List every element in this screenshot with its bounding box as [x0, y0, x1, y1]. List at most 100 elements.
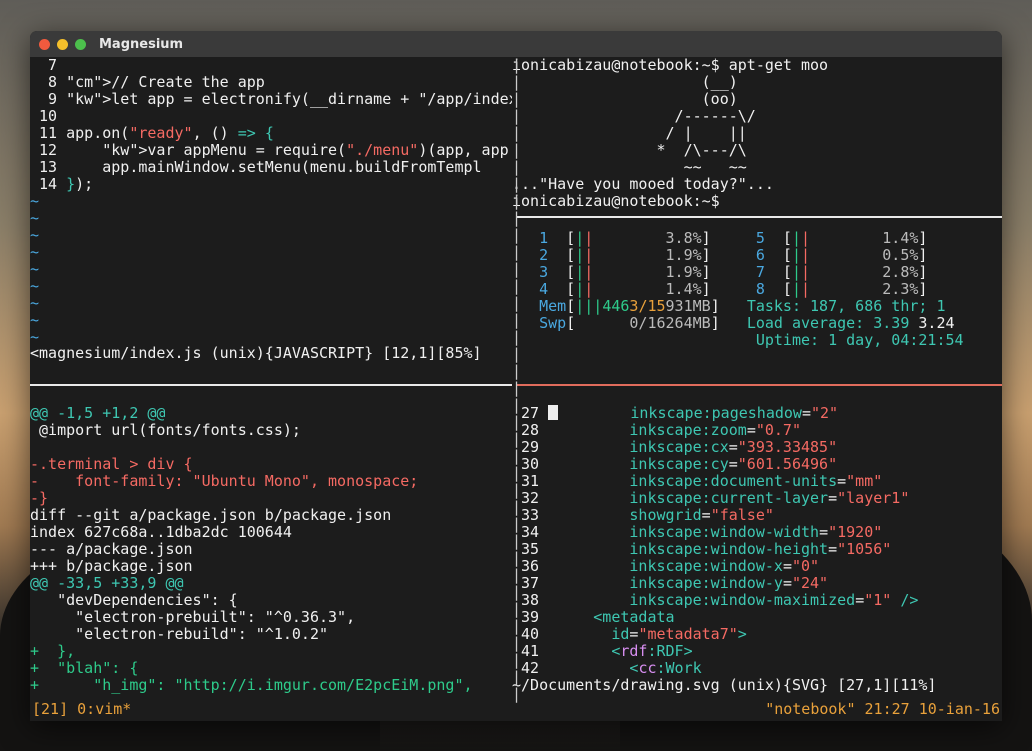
shell-prompt: ionicabizau@notebook:~$	[512, 192, 720, 210]
svg-code-text: <metadata	[593, 608, 675, 626]
code-line: 9 "kw">let app = electronify(__dirname +…	[30, 91, 512, 108]
close-button[interactable]	[39, 38, 50, 50]
window-title: Magnesium	[99, 36, 184, 52]
htop-mem-row: Mem[|||4463/15931MB] Tasks: 187, 686 thr…	[539, 297, 946, 315]
terminal-window: Magnesium 7 8 "cm">// Create the app 9 "…	[30, 31, 1002, 721]
separator-char: |	[512, 634, 522, 652]
diff-line: "electron-prebuilt": "^0.36.3",	[30, 608, 356, 626]
cow-line: ~~ ~~	[512, 158, 747, 176]
svg-code-line: 27 inkscape:pageshadow="2"	[512, 405, 1002, 422]
code-line: 10	[30, 108, 512, 125]
code-text: "cm">// Create the app	[66, 73, 265, 91]
separator-char: |	[512, 328, 522, 346]
separator-char: |	[512, 294, 522, 312]
cow-line: (__)	[512, 73, 738, 91]
svg-code-line: 40 id="metadata7">	[512, 626, 1002, 643]
svg-code-text: inkscape:cx="393.33485"	[629, 438, 838, 456]
separator-char: |	[512, 73, 522, 91]
minimize-button[interactable]	[57, 38, 68, 50]
separator-char: |	[512, 481, 522, 499]
svg-code-line: 28 inkscape:zoom="0.7"	[512, 422, 1002, 439]
svg-code-line: 39 <metadata	[512, 609, 1002, 626]
cow-art: (__) (oo) /------\/ / | || * /\---/\ ~~ …	[512, 74, 1002, 176]
svg-code-line: 32 inkscape:current-layer="layer1"	[512, 490, 1002, 507]
htop-uptime-row: Uptime: 1 day, 04:21:54	[755, 331, 964, 349]
vim-pane-top-left[interactable]: 7 8 "cm">// Create the app 9 "kw">let ap…	[30, 57, 512, 388]
htop-panel: 1 [|| 3.8%] 5 [|| 1.4%] 2 [|| 1.9%] 6 [|…	[512, 230, 1002, 349]
line-number: 13	[30, 158, 58, 176]
svg-code-line: 38 inkscape:window-maximized="1" />	[512, 592, 1002, 609]
code-text: "kw">let app = electronify(__dirname + "…	[66, 90, 512, 108]
text-cursor[interactable]	[548, 405, 559, 420]
separator-char: |	[512, 498, 522, 516]
htop-swap-row: Swp[ 0/16264MB] Load average: 3.39 3.24	[539, 314, 955, 332]
diff-line: + "blah": {	[30, 659, 139, 677]
separator-char: |	[512, 515, 522, 533]
terminal-area[interactable]: 7 8 "cm">// Create the app 9 "kw">let ap…	[30, 57, 1002, 721]
diff-pane-bottom-left[interactable]: @@ -1,5 +1,2 @@ @import url(fonts/fonts.…	[30, 388, 512, 699]
svg-code-line: 33 showgrid="false"	[512, 507, 1002, 524]
separator-char: |	[512, 600, 522, 618]
svg-code-line: 37 inkscape:window-y="24"	[512, 575, 1002, 592]
separator-char: |	[512, 209, 522, 227]
svg-code-text: showgrid="false"	[629, 506, 774, 524]
separator-char: |	[512, 260, 522, 278]
cow-line: / | ||	[512, 124, 747, 142]
separator-char: |	[512, 379, 522, 397]
separator-char: |	[512, 158, 522, 176]
separator-char: |	[512, 549, 522, 567]
separator-char: |	[512, 532, 522, 550]
code-text: app.on("ready", () => {	[57, 124, 274, 142]
svg-code-text: inkscape:window-height="1056"	[629, 540, 892, 558]
cow-line: /------\/	[512, 107, 756, 125]
svg-code-line: 34 inkscape:window-width="1920"	[512, 524, 1002, 541]
separator-char: |	[512, 243, 522, 261]
empty-line-tilde: ~	[30, 260, 40, 278]
vim-status-line: ~/Documents/drawing.svg (unix){SVG} [27,…	[512, 676, 937, 694]
separator-char: |	[512, 583, 522, 601]
svg-code-text: inkscape:current-layer="layer1"	[629, 489, 910, 507]
empty-line-tilde: ~	[30, 192, 40, 210]
shell-pane-top-right[interactable]: ionicabizau@notebook:~$ apt-get moo (__)…	[512, 57, 1002, 388]
svg-code-line: 42 <cc:Work	[512, 660, 1002, 677]
code-text: });	[66, 175, 94, 193]
separator-char: |	[512, 447, 522, 465]
maximize-button[interactable]	[75, 38, 86, 50]
separator-char: |	[512, 413, 522, 431]
line-number: 12	[30, 141, 58, 159]
diff-line: index 627c68a..1dba2dc 100644	[30, 523, 292, 541]
vim-status-line: <magnesium/index.js (unix){JAVASCRIPT} […	[30, 344, 482, 362]
separator-char: |	[512, 651, 522, 669]
svg-code-text: inkscape:window-x="0"	[629, 557, 820, 575]
shell-line: ionicabizau@notebook:~$ apt-get moo	[512, 57, 829, 74]
separator-char: |	[512, 141, 522, 159]
vim-pane-bottom-right[interactable]: 27 inkscape:pageshadow="2" 28 inkscape:z…	[512, 388, 1002, 698]
separator-char: |	[512, 362, 522, 380]
shell-line: ..."Have you mooed today?"...	[512, 175, 774, 193]
line-number: 7	[30, 57, 58, 74]
separator-char: |	[512, 396, 522, 414]
cpu-meter-6: 6 [|| 0.5%]	[755, 246, 928, 264]
svg-code-text: <cc:Work	[629, 659, 702, 677]
cpu-meter-3: 3 [|| 1.9%]	[539, 263, 711, 281]
htop-cpu-row: 1 [|| 3.8%] 5 [|| 1.4%]	[512, 230, 1002, 247]
code-line: 14 });	[30, 176, 512, 193]
cpu-meter-8: 8 [|| 2.3%]	[755, 280, 928, 298]
cpu-meter-5: 5 [|| 1.4%]	[755, 229, 928, 247]
code-line: 12 "kw">var appMenu = require("./menu")(…	[30, 142, 512, 159]
tmux-window-list[interactable]: [21] 0:vim*	[32, 698, 131, 721]
separator-char: |	[512, 90, 522, 108]
separator-char: |	[512, 617, 522, 635]
diff-line: + "h_img": "http://i.imgur.com/E2pcEiM.p…	[30, 676, 473, 694]
diff-line: "devDependencies": {	[30, 591, 238, 609]
htop-cpu-row: 4 [|| 1.4%] 8 [|| 2.3%]	[512, 281, 1002, 298]
diff-line: -}	[30, 489, 49, 507]
svg-code-text: <rdf:RDF>	[611, 642, 693, 660]
code-line: 11 app.on("ready", () => {	[30, 125, 512, 142]
tmux-status-bar: [21] 0:vim* "notebook" 21:27 10-ian-16	[30, 698, 1002, 721]
htop-cpu-row: 3 [|| 1.9%] 7 [|| 2.8%]	[512, 264, 1002, 281]
line-number: 14	[30, 175, 58, 193]
svg-code-text: inkscape:zoom="0.7"	[629, 421, 801, 439]
cpu-meter-2: 2 [|| 1.9%]	[539, 246, 711, 264]
